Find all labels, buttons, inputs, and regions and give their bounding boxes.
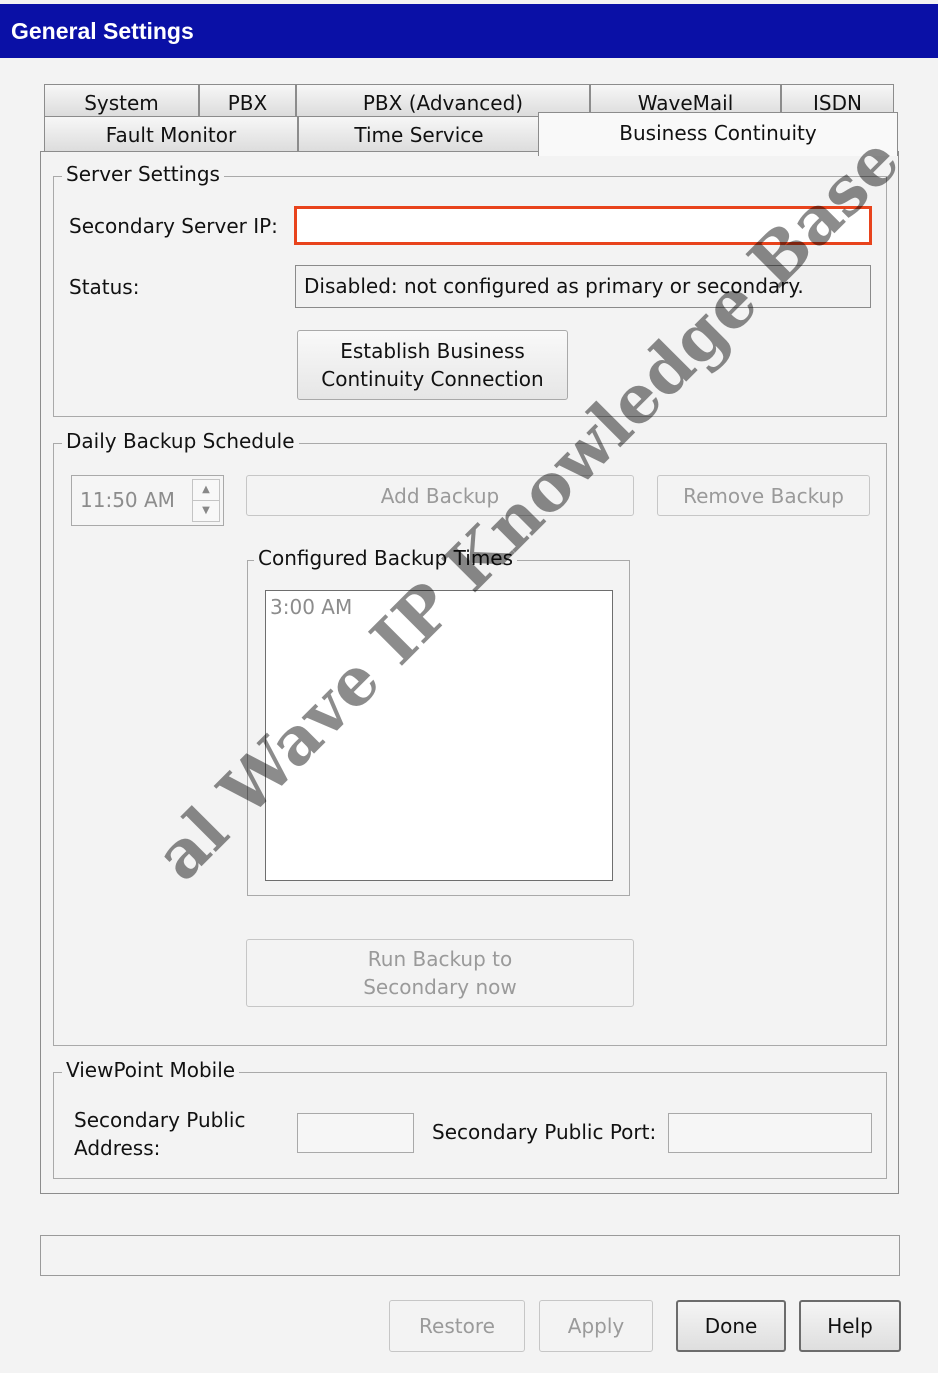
status-field: Disabled: not configured as primary or s… (295, 265, 871, 308)
viewpoint-mobile-legend: ViewPoint Mobile (62, 1058, 240, 1082)
public-address-line1: Secondary Public (74, 1108, 246, 1132)
apply-button[interactable]: Apply (539, 1300, 653, 1352)
run-backup-line2: Secondary now (363, 975, 517, 999)
establish-connection-button[interactable]: Establish Business Continuity Connection (297, 330, 568, 400)
status-bar (40, 1235, 900, 1276)
public-address-line2: Address: (74, 1136, 161, 1160)
tab-business-continuity[interactable]: Business Continuity (538, 112, 898, 156)
configured-backup-times-list[interactable]: 3:00 AM (265, 590, 613, 881)
run-backup-now-button[interactable]: Run Backup to Secondary now (246, 939, 634, 1007)
secondary-public-address-input[interactable] (297, 1113, 414, 1153)
secondary-public-port-label: Secondary Public Port: (432, 1120, 657, 1144)
window-title: General Settings (0, 4, 938, 58)
daily-backup-legend: Daily Backup Schedule (62, 429, 299, 453)
spinner-up-icon[interactable]: ▲ (192, 479, 220, 501)
list-item[interactable]: 3:00 AM (270, 595, 608, 619)
secondary-public-port-input[interactable] (668, 1113, 872, 1153)
help-button[interactable]: Help (799, 1300, 901, 1352)
add-backup-button[interactable]: Add Backup (246, 475, 634, 516)
server-settings-legend: Server Settings (62, 162, 224, 186)
run-backup-line1: Run Backup to (367, 947, 513, 971)
backup-time-spinner[interactable]: 11:50 AM ▲ ▼ (71, 475, 224, 526)
tab-system[interactable]: System (44, 84, 199, 116)
establish-button-line2: Continuity Connection (321, 367, 544, 391)
status-label: Status: (69, 275, 140, 299)
tab-fault-monitor[interactable]: Fault Monitor (44, 116, 298, 152)
configured-backup-times-legend: Configured Backup Times (254, 546, 518, 570)
spinner-buttons: ▲ ▼ (192, 479, 220, 522)
configured-backup-times-group: Configured Backup Times 3:00 AM (247, 546, 630, 896)
tab-pbx[interactable]: PBX (199, 84, 296, 116)
viewpoint-mobile-group: ViewPoint Mobile Secondary Public Addres… (53, 1058, 887, 1179)
tab-content-panel: Server Settings Secondary Server IP: Sta… (40, 151, 899, 1194)
spinner-down-icon[interactable]: ▼ (192, 501, 220, 522)
secondary-server-ip-input[interactable] (294, 206, 872, 245)
restore-button[interactable]: Restore (389, 1300, 525, 1352)
secondary-server-ip-label: Secondary Server IP: (69, 214, 278, 238)
server-settings-group: Server Settings Secondary Server IP: Sta… (53, 162, 887, 417)
remove-backup-button[interactable]: Remove Backup (657, 475, 870, 516)
secondary-public-address-label: Secondary Public Address: (74, 1106, 245, 1162)
tab-time-service[interactable]: Time Service (298, 116, 540, 152)
daily-backup-group: Daily Backup Schedule 11:50 AM ▲ ▼ Add B… (53, 429, 887, 1046)
establish-button-line1: Establish Business (340, 339, 525, 363)
done-button[interactable]: Done (676, 1300, 786, 1352)
backup-time-value: 11:50 AM (80, 488, 175, 512)
